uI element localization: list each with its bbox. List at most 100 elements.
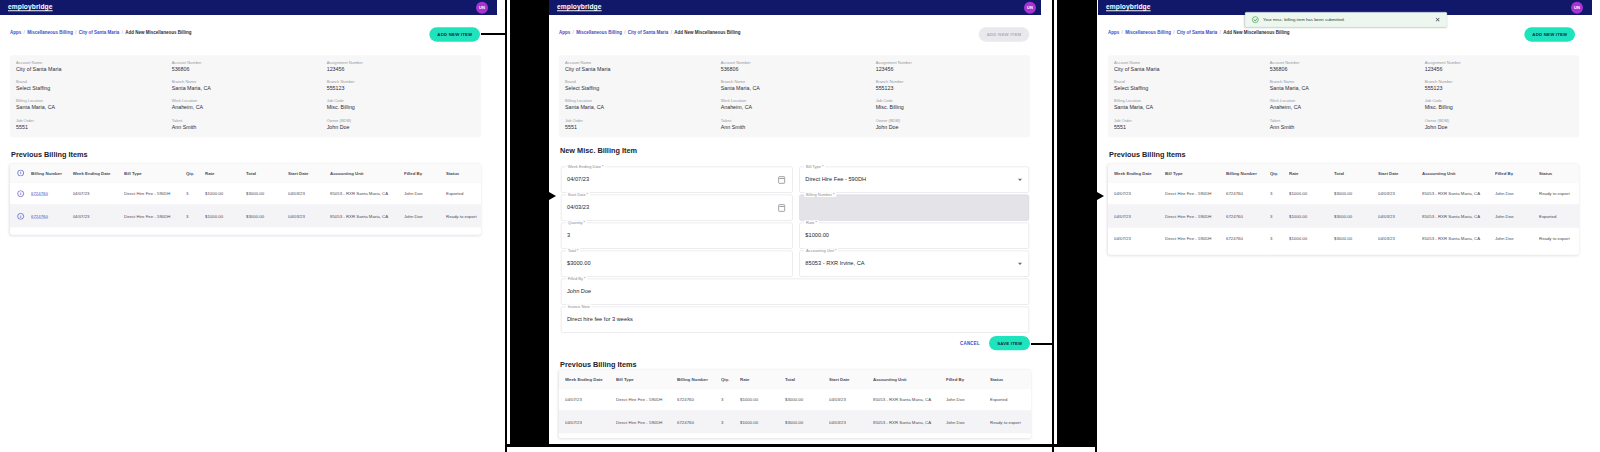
billing-number-link[interactable]: 6724760	[31, 214, 73, 219]
cell-status: Ready to export	[990, 420, 1031, 425]
connector-line-add	[481, 33, 506, 35]
info-icon[interactable]: i	[10, 213, 31, 220]
column-header: Billing Number	[677, 376, 721, 381]
save-item-button[interactable]: SAVE ITEM	[989, 336, 1030, 350]
calendar-icon[interactable]	[778, 176, 785, 183]
account-field: Account Number 536806	[172, 60, 327, 79]
account-field-label: Job Code	[327, 99, 481, 104]
cancel-button[interactable]: CANCEL	[960, 341, 980, 346]
account-field-label: Assignment Number	[327, 60, 481, 65]
billing-row: i 6724760 04/07/23 Direct Hire Fee - 590…	[10, 205, 481, 228]
breadcrumb-city[interactable]: City of Santa Maria	[79, 30, 120, 35]
account-field-value: Anaheim, CA	[721, 105, 876, 111]
account-field: Job Code Misc. Billing	[876, 99, 1030, 118]
total-field[interactable]: Total* $3000.00	[561, 251, 793, 277]
start-date-field[interactable]: Start Date* 04/03/23	[561, 195, 793, 221]
account-field: Assignment Number 123456	[1425, 60, 1579, 79]
account-field: Branch Name Santa Maria, CA	[1270, 79, 1425, 98]
account-field-value: 123456	[1425, 66, 1579, 72]
column-header: Accounting Unit	[1422, 170, 1495, 175]
billing-number-link[interactable]: 6724760	[31, 191, 73, 196]
invoice-note-field[interactable]: Invoice Note* Direct hire fee for 3 week…	[561, 307, 1029, 333]
account-field: Work Location Anaheim, CA	[172, 99, 327, 118]
column-header: Week Ending Date	[73, 170, 124, 175]
account-field-value: Santa Maria, CA	[721, 85, 876, 91]
breadcrumb-misc-billing[interactable]: Miscellaneous Billing	[576, 30, 622, 35]
quantity-field[interactable]: Quantity* 3	[561, 223, 793, 249]
account-field-value: 123456	[876, 66, 1030, 72]
previous-billing-title: Previous Billing Items	[560, 360, 637, 369]
bill-type-select[interactable]: Bill Type* Direct Hire Fee - 590DH	[799, 167, 1029, 193]
field-value: $3000.00	[567, 260, 591, 267]
breadcrumb-misc-billing[interactable]: Miscellaneous Billing	[1125, 30, 1171, 35]
cell-start-date: 04/03/23	[829, 397, 873, 402]
account-field-label: Branch Name	[721, 79, 876, 84]
breadcrumb-separator: /	[573, 30, 574, 35]
table-header-row: Week Ending DateBill TypeBilling NumberQ…	[1108, 164, 1579, 182]
breadcrumb-city[interactable]: City of Santa Maria	[628, 30, 669, 35]
account-field-label: Brand	[16, 79, 172, 84]
close-icon[interactable]	[1435, 17, 1440, 22]
cell-accounting-unit: 85053 - RXR Santa Maria, CA	[330, 214, 404, 219]
cell-qty: 3	[186, 191, 205, 196]
connector-line-save	[1031, 343, 1053, 345]
rate-field[interactable]: Rate* $1000.00	[799, 223, 1029, 249]
account-field-label: Brand	[565, 79, 721, 84]
user-avatar[interactable]: UN	[476, 2, 488, 14]
separator-block-right	[1057, 0, 1095, 444]
breadcrumb-apps[interactable]: Apps	[1108, 30, 1119, 35]
account-field-label: Branch Number	[876, 79, 1030, 84]
account-field-label: Account Number	[172, 60, 327, 65]
accounting-unit-select[interactable]: Accounting Unit* 85053 - RXR Irvine, CA	[799, 251, 1029, 277]
column-header: Accounting Unit	[330, 170, 404, 175]
cell-total: $3000.00	[246, 191, 288, 196]
breadcrumb-apps[interactable]: Apps	[559, 30, 570, 35]
cell-accounting-unit: 85053 - RXR Santa Maria, CA	[1422, 236, 1495, 241]
account-field-value: Anaheim, CA	[172, 105, 327, 111]
account-field-label: Brand	[1114, 79, 1270, 84]
cell-status: Exported	[990, 397, 1031, 402]
column-header: Rate	[740, 376, 785, 381]
account-field: Branch Number 555123	[327, 79, 481, 98]
required-asterisk: *	[833, 192, 835, 197]
calendar-icon[interactable]	[778, 204, 785, 211]
account-field: Branch Name Santa Maria, CA	[172, 79, 327, 98]
cell-rate: $1000.00	[740, 397, 785, 402]
cell-qty: 3	[1270, 191, 1289, 196]
breadcrumb: Apps/Miscellaneous Billing/City of Santa…	[10, 30, 192, 35]
account-field-value: Ann Smith	[172, 124, 327, 130]
filled-by-field[interactable]: Filled By* John Doe	[561, 279, 1029, 305]
add-new-item-button[interactable]: ADD NEW ITEM	[1524, 27, 1575, 41]
user-avatar[interactable]: UN	[1571, 2, 1583, 14]
cell-accounting-unit: 85053 - RXR Santa Maria, CA	[330, 191, 404, 196]
account-field: Assignment Number 123456	[327, 60, 481, 79]
success-toast: Your misc. billing item has been submitt…	[1245, 12, 1447, 27]
cell-filled-by: John Doe	[946, 397, 990, 402]
column-header: Start Date	[288, 170, 330, 175]
add-new-item-button[interactable]: ADD NEW ITEM	[429, 27, 480, 41]
field-label-text: Bill Type	[806, 164, 821, 169]
account-field: Owner (BDM) John Doe	[1425, 118, 1579, 137]
user-avatar[interactable]: UN	[1024, 2, 1036, 14]
account-field-label: Billing Location	[1114, 99, 1270, 104]
account-field-label: Talent	[721, 118, 876, 123]
breadcrumb-apps[interactable]: Apps	[10, 30, 21, 35]
breadcrumb-current: Add New Miscellaneous Billing	[125, 30, 191, 35]
column-header: Bill Type	[616, 376, 677, 381]
week-ending-date-field[interactable]: Week Ending Date* 04/07/23	[561, 167, 793, 193]
cell-billing-number: 6724760	[1226, 214, 1270, 219]
breadcrumb-misc-billing[interactable]: Miscellaneous Billing	[27, 30, 73, 35]
column-header: Qty.	[1270, 170, 1289, 175]
account-field: Work Location Anaheim, CA	[1270, 99, 1425, 118]
cell-total: $3000.00	[246, 214, 288, 219]
cell-qty: 3	[186, 214, 205, 219]
cell-rate: $1000.00	[1289, 191, 1334, 196]
form-actions: CANCEL SAVE ITEM	[960, 336, 1030, 350]
required-asterisk: *	[584, 276, 586, 281]
breadcrumb-city[interactable]: City of Santa Maria	[1177, 30, 1218, 35]
add-new-item-button-disabled: ADD NEW ITEM	[979, 27, 1030, 41]
column-header: Total	[246, 170, 288, 175]
account-field: Account Number 536806	[1270, 60, 1425, 79]
info-icon[interactable]: i	[10, 190, 31, 197]
info-icon[interactable]: i	[10, 170, 31, 177]
